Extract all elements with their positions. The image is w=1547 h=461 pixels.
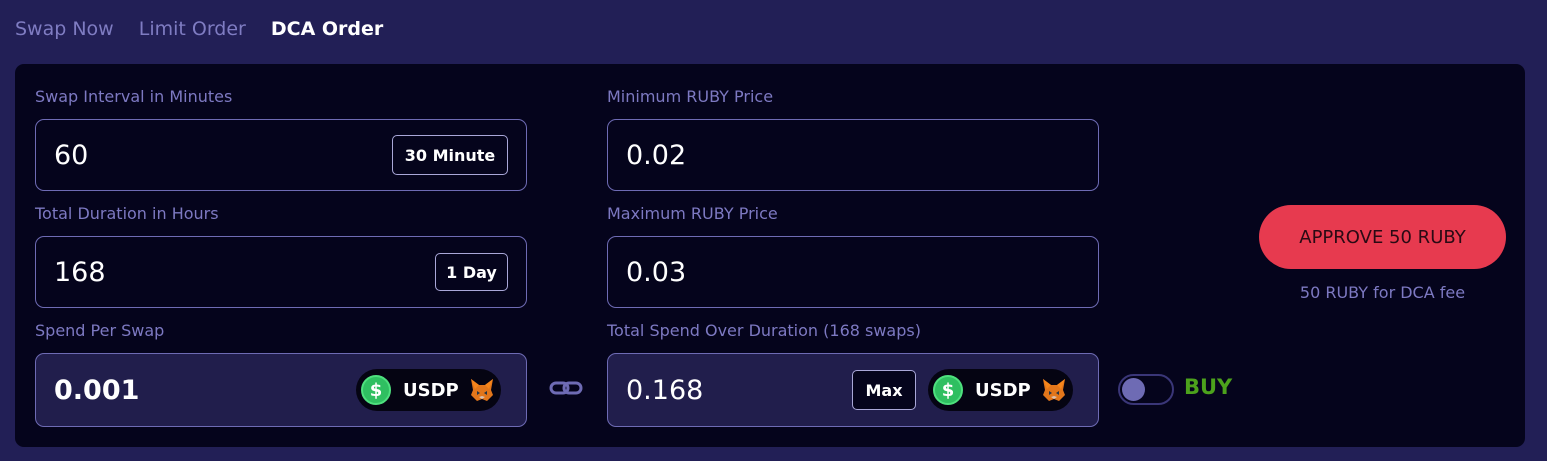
dca-fee-note: 50 RUBY for DCA fee	[1299, 283, 1466, 302]
total-token-symbol: USDP	[975, 379, 1031, 401]
spend-token-selector[interactable]: $ USDP	[356, 369, 501, 411]
tab-swap-now[interactable]: Swap Now	[15, 17, 114, 41]
min-price-value: 0.02	[626, 139, 687, 171]
max-price-label: Maximum RUBY Price	[607, 204, 778, 223]
spend-token-symbol: USDP	[403, 379, 459, 401]
min-price-label: Minimum RUBY Price	[607, 87, 774, 106]
swap-interval-value: 60	[54, 139, 89, 171]
total-token-selector[interactable]: $ USDP	[928, 369, 1073, 411]
spend-per-swap-field[interactable]: 0.001 $ USDP	[35, 353, 527, 427]
total-duration-field[interactable]: 168 1 Day	[35, 236, 527, 308]
total-spend-label: Total Spend Over Duration (168 swaps)	[607, 321, 921, 340]
min-price-field[interactable]: 0.02	[607, 119, 1099, 191]
spend-per-swap-label: Spend Per Swap	[35, 321, 165, 340]
approve-ruby-button[interactable]: APPROVE 50 RUBY	[1259, 205, 1506, 269]
max-button[interactable]: Max	[852, 370, 916, 410]
total-spend-value: 0.168	[626, 374, 704, 406]
max-price-value: 0.03	[626, 256, 687, 288]
metamask-fox-icon[interactable]	[469, 377, 495, 403]
swap-interval-label: Swap Interval in Minutes	[35, 87, 233, 106]
link-chain-icon[interactable]	[548, 376, 584, 400]
swap-interval-field[interactable]: 60 30 Minute	[35, 119, 527, 191]
tab-limit-order[interactable]: Limit Order	[139, 17, 246, 41]
metamask-fox-icon[interactable]	[1041, 377, 1067, 403]
dollar-coin-icon: $	[933, 375, 963, 405]
tab-dca-order[interactable]: DCA Order	[271, 17, 383, 41]
total-spend-field[interactable]: 0.168 Max $ USDP	[607, 353, 1099, 427]
duration-preset-button[interactable]: 1 Day	[435, 253, 508, 291]
dollar-coin-icon: $	[361, 375, 391, 405]
buy-sell-toggle[interactable]	[1118, 374, 1174, 405]
direction-label: BUY	[1184, 375, 1233, 399]
interval-preset-button[interactable]: 30 Minute	[392, 135, 508, 175]
max-price-field[interactable]: 0.03	[607, 236, 1099, 308]
dca-order-panel: Swap Interval in Minutes 60 30 Minute To…	[15, 64, 1525, 447]
total-duration-label: Total Duration in Hours	[35, 204, 219, 223]
total-duration-value: 168	[54, 256, 106, 288]
spend-per-swap-value: 0.001	[54, 374, 140, 406]
order-type-tabs: Swap Now Limit Order DCA Order	[15, 17, 408, 41]
toggle-knob	[1122, 378, 1145, 401]
